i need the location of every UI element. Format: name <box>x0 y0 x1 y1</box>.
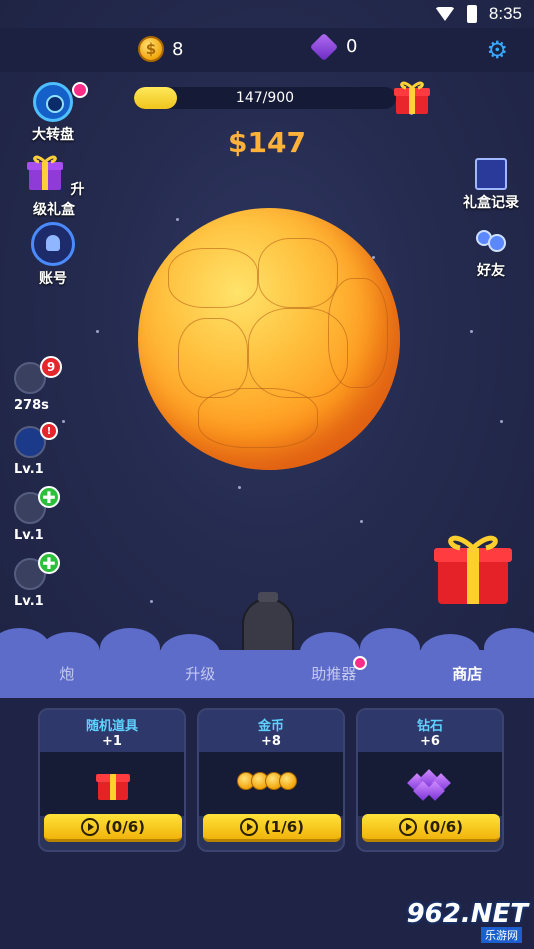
watch-ad-count: (0/6) <box>104 817 146 836</box>
stat-label: Lv.1 <box>14 462 44 477</box>
planet[interactable] <box>138 208 400 470</box>
wheel-button[interactable]: 大转盘 <box>28 82 88 144</box>
gift-record-button[interactable]: 礼盒记录 <box>458 158 524 212</box>
battery-icon <box>466 5 477 23</box>
tab-booster-label: 助推器 <box>311 665 357 683</box>
progress-text: 147/900 <box>235 90 295 106</box>
add-badge: ✚ <box>38 486 60 508</box>
stat-item-meteor[interactable]: ✚ Lv.1 <box>14 486 74 543</box>
watermark-main: 962.NET <box>406 899 528 929</box>
watch-ad-button[interactable]: (1/6) <box>203 814 341 842</box>
gem-count: 0 <box>346 36 358 57</box>
add-badge: ✚ <box>38 552 60 574</box>
tab-shop[interactable]: 商店 <box>401 650 534 698</box>
coin-counter: $ 8 <box>138 36 183 62</box>
account-button[interactable]: 账号 <box>28 222 78 288</box>
stat-item-missile[interactable]: ✚ Lv.1 <box>14 552 74 609</box>
level-progress-bar: 147/900 <box>134 87 396 109</box>
tab-cannon[interactable]: 炮 <box>0 650 134 698</box>
notification-dot <box>353 656 367 670</box>
watch-ad-button[interactable]: (0/6) <box>362 814 500 842</box>
currency-bar: $ 8 0 ⚙ <box>0 28 534 72</box>
progress-gift-icon[interactable] <box>392 78 432 116</box>
gems-icon <box>406 769 456 801</box>
watch-ad-count: (0/6) <box>422 817 464 836</box>
shop-card-amount: +8 <box>261 734 281 749</box>
play-icon <box>239 817 258 836</box>
watch-ad-button[interactable]: (0/6) <box>44 814 182 842</box>
shop-card-title: 钻石 <box>416 719 443 734</box>
gem-icon <box>309 32 339 61</box>
play-icon <box>398 817 417 836</box>
account-icon <box>31 222 75 266</box>
watermark-sub: 乐游网 <box>481 927 522 943</box>
shop-card-gems: 钻石 +6 (0/6) <box>356 708 504 852</box>
friends-label: 好友 <box>477 263 505 279</box>
stat-badge: 9 <box>40 356 62 378</box>
shop-panel: 随机道具 +1 (0/6) 金币 +8 (1/6) 钻石 +6 (0/6) 96… <box>0 698 534 949</box>
friends-icon <box>474 228 508 258</box>
coin-icon: $ <box>138 36 164 62</box>
notification-dot <box>72 82 88 98</box>
tab-upgrade[interactable]: 升级 <box>134 650 268 698</box>
friends-button[interactable]: 好友 <box>470 228 512 280</box>
stat-label: 278s <box>14 398 49 413</box>
play-icon <box>80 817 99 836</box>
wheel-label: 大转盘 <box>32 127 74 143</box>
wheel-icon <box>33 82 73 122</box>
wifi-icon <box>434 7 455 21</box>
gift-record-label: 礼盒记录 <box>463 195 519 211</box>
gift-box-icon <box>96 774 130 800</box>
gift-box-icon <box>26 155 63 190</box>
status-time: 8:35 <box>488 4 522 23</box>
shop-card-title: 随机道具 <box>85 719 138 734</box>
shop-card-coins: 金币 +8 (1/6) <box>197 708 345 852</box>
bottom-tab-bar: 炮 升级 助推器 商店 <box>0 650 534 698</box>
shop-card-amount: +6 <box>420 734 440 749</box>
stat-item-bomb[interactable]: 9 278s <box>14 356 74 413</box>
status-bar: 8:35 <box>0 0 534 28</box>
coin-count: 8 <box>172 38 184 60</box>
shop-card-title: 金币 <box>257 719 284 734</box>
stat-item-rocket[interactable]: ! Lv.1 <box>14 422 74 477</box>
shop-card-random-item: 随机道具 +1 (0/6) <box>38 708 186 852</box>
watch-ad-count: (1/6) <box>263 817 305 836</box>
stat-label: Lv.1 <box>14 594 44 609</box>
upgrade-gift-button[interactable]: 升级礼盒 <box>22 152 86 219</box>
shop-card-amount: +1 <box>102 734 122 749</box>
watermark-logo: 962.NET 乐游网 <box>396 899 528 943</box>
account-label: 账号 <box>39 271 67 287</box>
stat-badge: ! <box>40 422 58 440</box>
gem-counter: 0 <box>309 32 358 61</box>
gear-icon[interactable]: ⚙ <box>486 36 508 64</box>
bonus-gift-icon[interactable] <box>432 530 514 606</box>
stat-label: Lv.1 <box>14 528 44 543</box>
tab-booster[interactable]: 助推器 <box>267 650 401 698</box>
coins-icon <box>237 772 297 790</box>
gift-record-icon <box>475 158 507 190</box>
